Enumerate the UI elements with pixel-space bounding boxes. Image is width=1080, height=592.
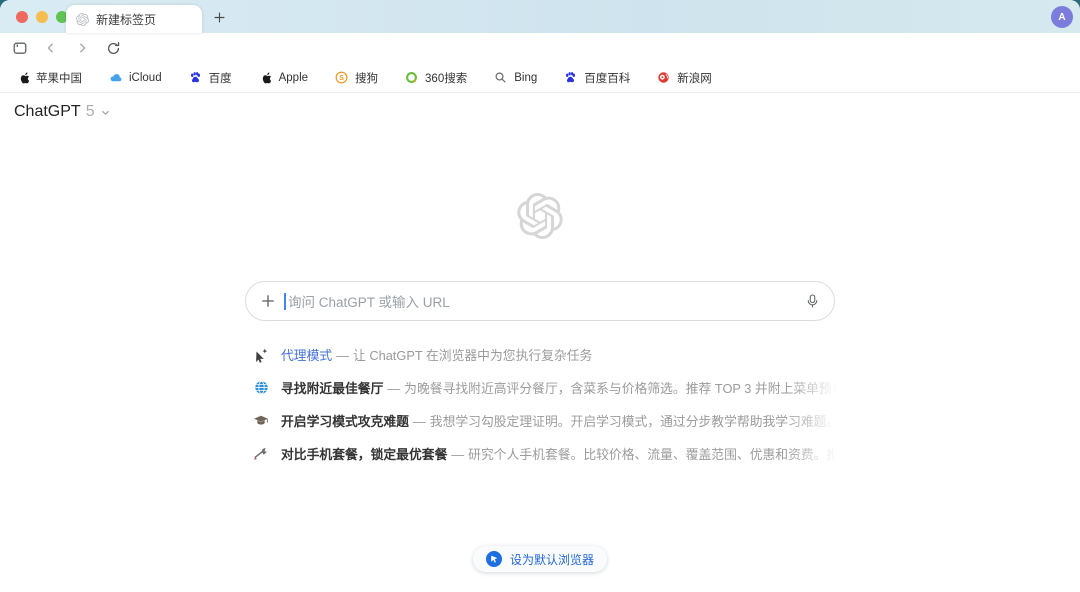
set-default-browser-label: 设为默认浏览器 — [510, 551, 594, 568]
bing-magnifier-icon — [494, 71, 507, 84]
apple-icon — [16, 71, 29, 84]
mic-icon[interactable] — [803, 292, 821, 310]
tab-strip: 新建标签页 A — [0, 0, 1080, 33]
bookmark-label: iCloud — [129, 72, 162, 84]
close-window-button[interactable] — [16, 11, 28, 23]
suggestion-list: 代理模式—让 ChatGPT 在浏览器中为您执行复杂任务 寻找附近最佳餐厅—为晚… — [253, 338, 843, 470]
plus-icon[interactable] — [259, 293, 276, 310]
bookmark-sogou[interactable]: S 搜狗 — [335, 70, 378, 86]
sina-icon — [657, 71, 670, 84]
globe-icon — [253, 380, 269, 396]
bookmarks-bar: 苹果中国 iCloud 百度 Apple S 搜狗 360搜索 Bing 百度百 — [0, 63, 1080, 93]
bookmark-baidu-baike[interactable]: 百度百科 — [564, 70, 630, 86]
baidu-paw-icon — [189, 71, 202, 84]
dart-icon — [253, 446, 269, 462]
suggestion-study-mode[interactable]: 开启学习模式攻克难题—我想学习勾股定理证明。开启学习模式，通过分步教学帮助我学习… — [253, 404, 843, 437]
traffic-lights — [16, 11, 68, 23]
tab-title: 新建标签页 — [96, 11, 156, 28]
openai-logo-icon — [517, 193, 563, 239]
suggestion-title: 代理模式 — [281, 348, 332, 363]
bookmark-bing[interactable]: Bing — [494, 71, 537, 84]
omnibox-placeholder: 询问 ChatGPT 或输入 URL — [288, 291, 803, 311]
tab-favicon-icon — [76, 13, 89, 26]
suggestion-agent-mode[interactable]: 代理模式—让 ChatGPT 在浏览器中为您执行复杂任务 — [253, 338, 843, 371]
bookmark-sina[interactable]: 新浪网 — [657, 70, 712, 86]
navigation-bar — [0, 33, 1080, 63]
bookmark-label: 新浪网 — [677, 70, 712, 86]
sidebar-toggle-button[interactable] — [10, 38, 30, 58]
bookmark-apple[interactable]: Apple — [259, 71, 308, 84]
bookmark-label: 百度百科 — [584, 70, 630, 86]
profile-avatar[interactable]: A — [1051, 6, 1073, 28]
icloud-cloud-icon — [109, 71, 122, 84]
back-button[interactable] — [41, 38, 61, 58]
forward-button[interactable] — [72, 38, 92, 58]
suggestion-title: 对比手机套餐，锁定最优套餐 — [281, 447, 447, 462]
bookmark-icloud[interactable]: iCloud — [109, 71, 162, 84]
bookmark-label: 百度 — [209, 70, 232, 86]
svg-text:S: S — [339, 75, 344, 82]
bookmark-apple-china[interactable]: 苹果中国 — [16, 70, 82, 86]
set-default-browser-button[interactable]: 设为默认浏览器 — [473, 546, 607, 572]
bookmark-label: 搜狗 — [355, 70, 378, 86]
baidu-paw-icon — [564, 71, 577, 84]
suggestion-compare-plans[interactable]: 对比手机套餐，锁定最优套餐—研究个人手机套餐。比较价格、流量、覆盖范围、优惠和资… — [253, 437, 843, 470]
blue-cursor-badge-icon — [486, 551, 502, 567]
bookmark-label: Bing — [514, 72, 537, 84]
search360-icon — [405, 71, 418, 84]
suggestion-title: 寻找附近最佳餐厅 — [281, 381, 383, 396]
reload-button[interactable] — [103, 38, 123, 58]
suggestion-find-restaurants[interactable]: 寻找附近最佳餐厅—为晚餐寻找附近高评分餐厅，含菜系与价格筛选。推荐 TOP 3 … — [253, 371, 843, 404]
bookmark-baidu[interactable]: 百度 — [189, 70, 232, 86]
suggestion-desc: 研究个人手机套餐。比较价格、流量、覆盖范围、优惠和资费。推荐 TOP 3 并说明… — [468, 447, 843, 462]
cursor-sparkle-icon — [253, 347, 269, 363]
bookmark-label: 苹果中国 — [36, 70, 82, 86]
new-tab-button[interactable] — [210, 8, 228, 26]
chevron-down-icon — [100, 107, 111, 118]
model-name: ChatGPT — [14, 103, 81, 121]
new-tab-page: ChatGPT 5 询问 ChatGPT 或输入 URL — [0, 93, 1080, 591]
sogou-icon: S — [335, 71, 348, 84]
text-caret — [284, 293, 286, 310]
model-version: 5 — [86, 103, 95, 121]
browser-tab[interactable]: 新建标签页 — [66, 5, 202, 33]
minimize-window-button[interactable] — [36, 11, 48, 23]
omnibox-input[interactable]: 询问 ChatGPT 或输入 URL — [245, 281, 835, 321]
graduation-cap-icon — [253, 413, 269, 429]
suggestion-desc: 为晚餐寻找附近高评分餐厅，含菜系与价格筛选。推荐 TOP 3 并附上菜单预订链接… — [404, 381, 843, 396]
apple-icon — [259, 71, 272, 84]
suggestion-desc: 让 ChatGPT 在浏览器中为您执行复杂任务 — [353, 348, 592, 363]
bookmark-label: Apple — [279, 72, 308, 84]
suggestion-desc: 我想学习勾股定理证明。开启学习模式，通过分步教学帮助我学习难题。从摸底测验开始， — [430, 414, 843, 429]
bookmark-360search[interactable]: 360搜索 — [405, 70, 467, 86]
suggestion-title: 开启学习模式攻克难题 — [281, 414, 409, 429]
browser-window: 新建标签页 A 苹果中国 — [0, 0, 1080, 592]
model-selector[interactable]: ChatGPT 5 — [14, 103, 111, 121]
bookmark-label: 360搜索 — [425, 70, 467, 86]
